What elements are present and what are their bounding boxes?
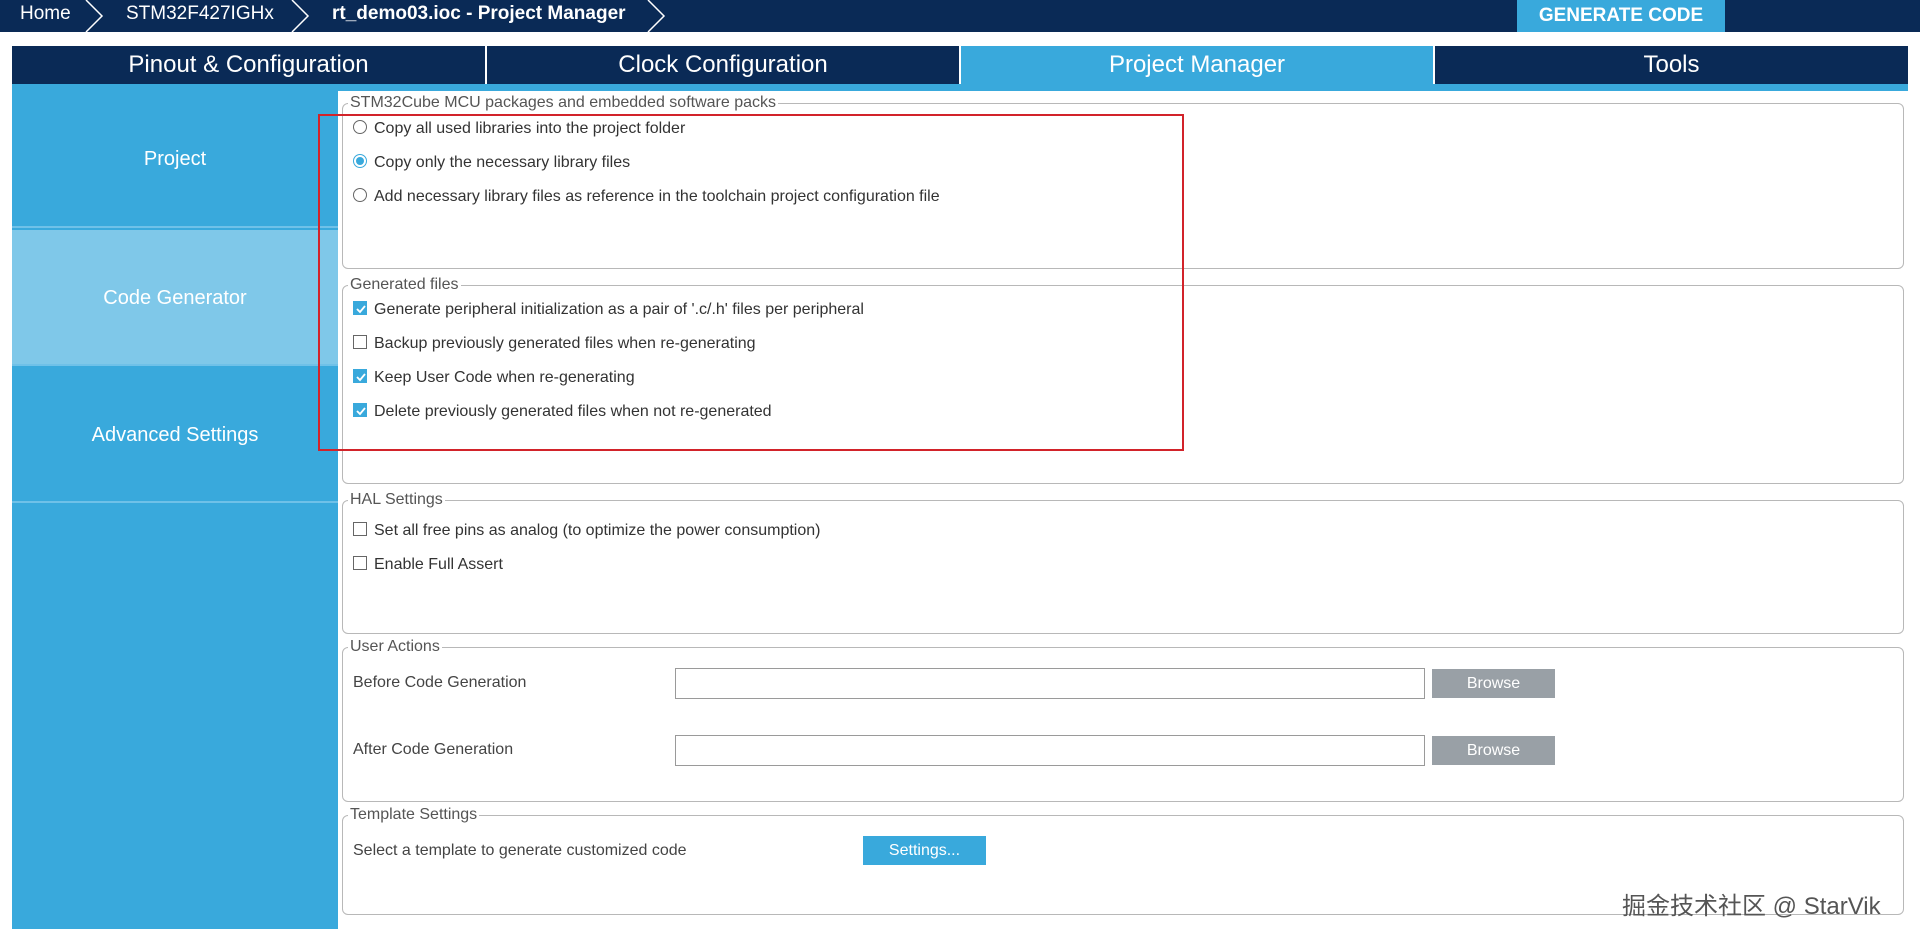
checkbox-free-pins-analog[interactable]: Set all free pins as analog (to optimize… [353, 520, 820, 542]
hal-settings-group: HAL Settings Set all free pins as analog… [342, 491, 1904, 634]
generate-code-button[interactable]: GENERATE CODE [1517, 0, 1725, 32]
checkbox-checked[interactable] [353, 368, 367, 383]
before-code-generation-input[interactable] [675, 668, 1425, 699]
after-browse-button[interactable]: Browse [1432, 736, 1555, 765]
hal-settings-legend: HAL Settings [348, 491, 445, 509]
watermark-text: 掘金技术社区 @ StarVik [1622, 893, 1881, 920]
user-actions-legend: User Actions [348, 638, 442, 656]
checkbox-unchecked[interactable] [353, 521, 367, 536]
before-browse-button[interactable]: Browse [1432, 669, 1555, 698]
radio-button[interactable] [353, 119, 367, 134]
radio-copy-necessary-libraries[interactable]: Copy only the necessary library files [353, 152, 630, 174]
checkbox-generate-peripheral-init[interactable]: Generate peripheral initialization as a … [353, 299, 864, 321]
breadcrumb-home[interactable]: Home [20, 0, 71, 32]
chevron-right-icon [291, 0, 310, 32]
after-code-generation-label: After Code Generation [353, 741, 514, 758]
packages-legend: STM32Cube MCU packages and embedded soft… [348, 94, 778, 112]
before-code-generation-label: Before Code Generation [353, 674, 527, 691]
main-tabs: Pinout & Configuration Clock Configurati… [12, 46, 1908, 84]
sidebar-item-code-generator[interactable]: Code Generator [12, 230, 338, 366]
breadcrumb-project[interactable]: rt_demo03.ioc - Project Manager [332, 0, 626, 32]
radio-label: Add necessary library files as reference… [374, 188, 940, 205]
packages-group: STM32Cube MCU packages and embedded soft… [342, 94, 1904, 269]
template-description: Select a template to generate customized… [353, 842, 687, 859]
radio-button[interactable] [353, 187, 367, 202]
sidebar-item-advanced-settings[interactable]: Advanced Settings [12, 368, 338, 503]
template-settings-legend: Template Settings [348, 806, 480, 824]
check-icon [356, 407, 366, 416]
breadcrumb-bar: Home STM32F427IGHx rt_demo03.ioc - Proje… [0, 0, 1920, 32]
tab-pinout-configuration[interactable]: Pinout & Configuration [12, 46, 485, 84]
checkbox-backup-previous-files[interactable]: Backup previously generated files when r… [353, 333, 756, 355]
radio-button-selected[interactable] [353, 153, 367, 168]
checkbox-label: Generate peripheral initialization as a … [374, 301, 864, 318]
template-settings-button[interactable]: Settings... [863, 836, 986, 865]
generated-files-group: Generated files Generate peripheral init… [342, 276, 1904, 484]
breadcrumb-device[interactable]: STM32F427IGHx [126, 0, 274, 32]
checkbox-checked[interactable] [353, 402, 367, 417]
code-generator-panel: STM32Cube MCU packages and embedded soft… [338, 91, 1908, 929]
chevron-right-icon [647, 0, 666, 32]
checkbox-keep-user-code[interactable]: Keep User Code when re-generating [353, 367, 635, 389]
after-code-generation-input[interactable] [675, 735, 1425, 766]
chevron-right-icon [85, 0, 104, 32]
sidebar: Project Code Generator Advanced Settings [12, 91, 338, 929]
checkbox-enable-full-assert[interactable]: Enable Full Assert [353, 554, 503, 576]
checkbox-label: Enable Full Assert [374, 556, 503, 573]
generated-files-legend: Generated files [348, 276, 461, 294]
user-actions-group: User Actions Before Code Generation Brow… [342, 638, 1904, 802]
checkbox-label: Delete previously generated files when n… [374, 403, 772, 420]
tab-underline [12, 84, 1908, 91]
radio-add-library-reference[interactable]: Add necessary library files as reference… [353, 186, 940, 208]
checkbox-label: Set all free pins as analog (to optimize… [374, 522, 821, 539]
checkbox-unchecked[interactable] [353, 555, 367, 570]
check-icon [356, 373, 366, 382]
check-icon [356, 305, 366, 314]
tab-project-manager[interactable]: Project Manager [961, 46, 1433, 84]
checkbox-label: Keep User Code when re-generating [374, 369, 635, 386]
checkbox-checked[interactable] [353, 300, 367, 315]
radio-label: Copy all used libraries into the project… [374, 120, 686, 137]
checkbox-unchecked[interactable] [353, 334, 367, 349]
radio-label: Copy only the necessary library files [374, 154, 631, 171]
checkbox-delete-previous-files[interactable]: Delete previously generated files when n… [353, 401, 772, 423]
sidebar-item-project[interactable]: Project [12, 91, 338, 228]
tab-tools[interactable]: Tools [1435, 46, 1908, 84]
tab-clock-configuration[interactable]: Clock Configuration [487, 46, 959, 84]
checkbox-label: Backup previously generated files when r… [374, 335, 756, 352]
radio-copy-all-libraries[interactable]: Copy all used libraries into the project… [353, 118, 685, 140]
